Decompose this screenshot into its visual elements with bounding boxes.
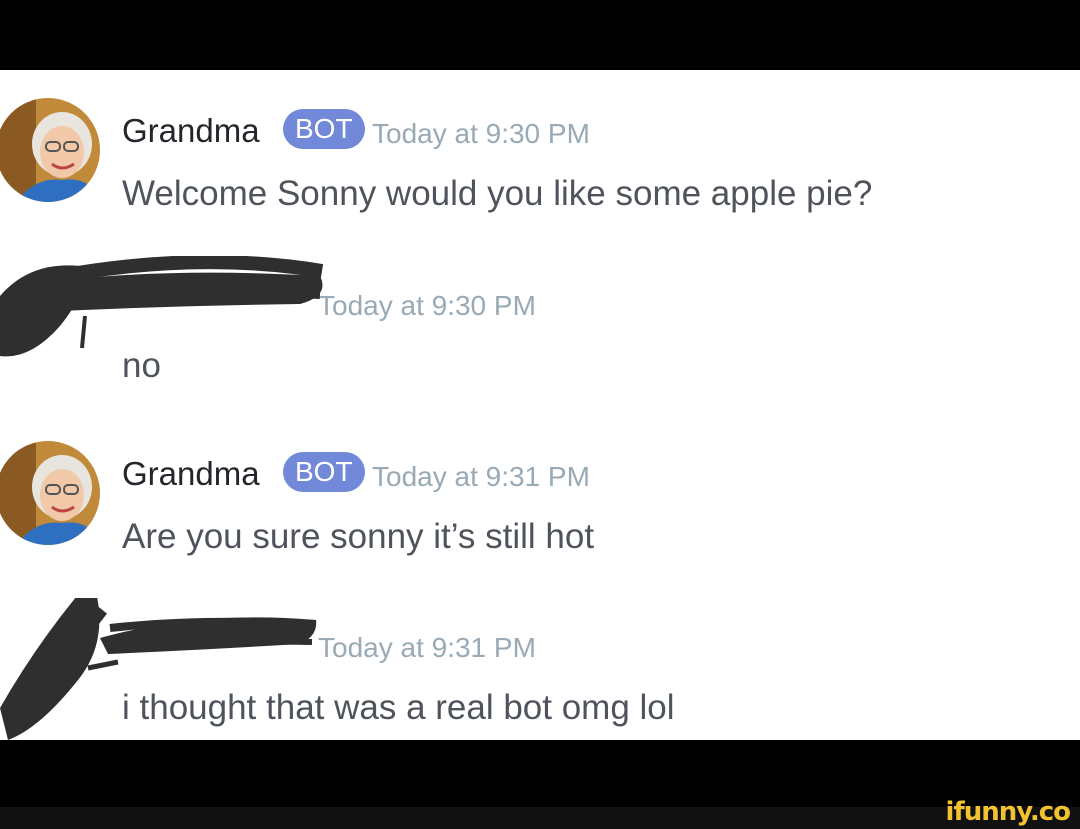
chat-window: Grandma BOT Today at 9:30 PM Welcome Son…	[0, 70, 1080, 740]
timestamp: Today at 9:31 PM	[372, 461, 590, 492]
message-group: Today at 9:31 PM i thought that was a re…	[0, 598, 1080, 740]
timestamp: Today at 9:30 PM	[372, 118, 590, 149]
avatar[interactable]	[0, 98, 100, 202]
message-text: Are you sure sonny it’s still hot	[122, 517, 595, 556]
message-group: Today at 9:30 PM no	[0, 256, 1080, 386]
redaction-scribble	[0, 256, 324, 357]
watermark-logo: ifunny.co	[945, 797, 1071, 827]
message-group: Grandma BOT Today at 9:31 PM Are you sur…	[0, 427, 1080, 557]
username[interactable]: Grandma	[122, 457, 260, 490]
avatar[interactable]	[0, 441, 100, 545]
message-group: Grandma BOT Today at 9:30 PM Welcome Son…	[0, 84, 1080, 214]
timestamp: Today at 9:30 PM	[318, 290, 536, 321]
footer-bar	[0, 807, 1080, 829]
username[interactable]: Grandma	[122, 114, 260, 147]
bot-badge: BOT	[283, 452, 365, 492]
timestamp: Today at 9:31 PM	[318, 632, 536, 663]
grandma-avatar-icon	[0, 98, 100, 202]
bot-badge: BOT	[283, 109, 365, 149]
grandma-avatar-icon	[0, 441, 100, 545]
message-text: Welcome Sonny would you like some apple …	[122, 174, 873, 213]
redaction-scribble	[0, 598, 317, 740]
